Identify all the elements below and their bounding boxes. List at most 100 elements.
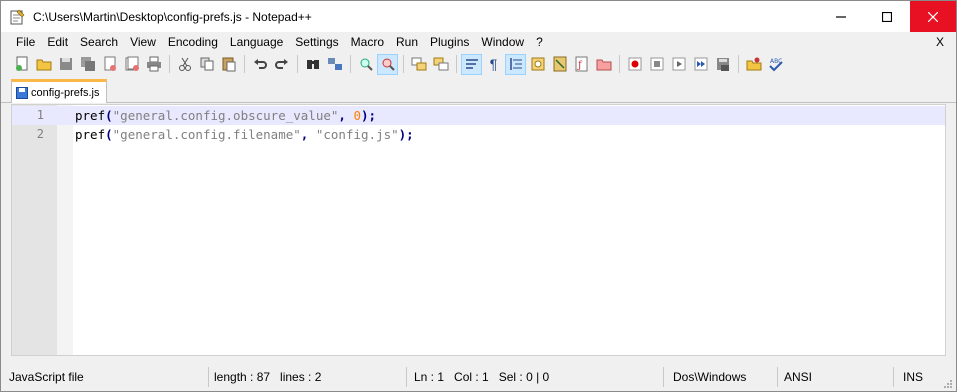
sync-horizontal-button[interactable] bbox=[430, 54, 451, 75]
status-encoding[interactable]: ANSI bbox=[784, 367, 894, 387]
menu-window[interactable]: Window bbox=[475, 32, 530, 52]
macro-play-multiple-button[interactable] bbox=[690, 54, 711, 75]
open-file-button[interactable] bbox=[33, 54, 54, 75]
new-file-button[interactable] bbox=[11, 54, 32, 75]
find-button[interactable] bbox=[302, 54, 323, 75]
lines-label: lines : 2 bbox=[280, 370, 322, 384]
string-token: "config.js" bbox=[315, 127, 399, 142]
document-tab-bar: config-prefs.js bbox=[1, 79, 956, 103]
pilcrow-icon: ¶ bbox=[489, 56, 498, 72]
length-label: length : 87 bbox=[214, 370, 271, 384]
close-document-button[interactable]: X bbox=[936, 32, 944, 52]
undo-button[interactable] bbox=[249, 54, 270, 75]
status-insert-mode[interactable]: INS bbox=[903, 367, 933, 387]
minimize-button[interactable] bbox=[818, 1, 864, 32]
column-position-label: Col : 1 bbox=[454, 370, 489, 384]
save-all-button[interactable] bbox=[77, 54, 98, 75]
show-all-characters-button[interactable]: ¶ bbox=[483, 54, 504, 75]
resize-grip-icon[interactable] bbox=[943, 379, 953, 389]
code-text: pref("general.config.filename", "config.… bbox=[75, 125, 414, 144]
spell-check-icon: ABC bbox=[768, 58, 783, 72]
play-icon bbox=[672, 57, 685, 71]
binoculars-icon bbox=[306, 60, 319, 69]
printer-icon bbox=[146, 56, 161, 72]
redo-button[interactable] bbox=[271, 54, 292, 75]
menu-macro[interactable]: Macro bbox=[345, 32, 390, 52]
close-file-button[interactable] bbox=[99, 54, 120, 75]
user-defined-language-button[interactable] bbox=[527, 54, 548, 75]
menu-language[interactable]: Language bbox=[224, 32, 289, 52]
punctuation-token: ); bbox=[398, 127, 414, 142]
macro-save-button[interactable] bbox=[712, 54, 733, 75]
zoom-in-button[interactable] bbox=[355, 54, 376, 75]
save-button[interactable] bbox=[55, 54, 76, 75]
word-wrap-button[interactable] bbox=[461, 53, 482, 75]
close-all-icon bbox=[125, 56, 139, 71]
line-position-label: Ln : 1 bbox=[414, 370, 445, 384]
function-list-button[interactable]: ƒ bbox=[571, 54, 592, 75]
menu-run[interactable]: Run bbox=[390, 32, 424, 52]
macro-stop-button[interactable] bbox=[646, 54, 667, 75]
menu-file[interactable]: File bbox=[10, 32, 41, 52]
maximize-button[interactable] bbox=[864, 1, 910, 32]
string-token: "general.config.filename" bbox=[112, 127, 301, 142]
document-map-icon bbox=[553, 56, 566, 72]
editor-area[interactable]: 1 pref("general.config.obscure_value", 0… bbox=[11, 104, 946, 356]
indent-guide-icon bbox=[509, 58, 522, 70]
toolbar-separator bbox=[169, 55, 170, 73]
copy-icon bbox=[200, 57, 213, 71]
copy-button[interactable] bbox=[196, 54, 217, 75]
toolbar-separator bbox=[738, 55, 739, 73]
title-bar: C:\Users\Martin\Desktop\config-prefs.js … bbox=[1, 1, 956, 32]
punctuation-token: ( bbox=[105, 108, 113, 123]
status-file-type: JavaScript file bbox=[9, 367, 209, 387]
tab-label: config-prefs.js bbox=[31, 86, 100, 99]
menu-plugins[interactable]: Plugins bbox=[424, 32, 475, 52]
folder-as-workspace-button[interactable] bbox=[593, 54, 614, 75]
paste-button[interactable] bbox=[218, 54, 239, 75]
toolbar-separator bbox=[456, 55, 457, 73]
menu-settings[interactable]: Settings bbox=[289, 32, 344, 52]
zoom-out-icon bbox=[382, 58, 395, 71]
punctuation-token: ); bbox=[361, 108, 377, 123]
menu-view[interactable]: View bbox=[124, 32, 162, 52]
punctuation-token: ( bbox=[105, 127, 113, 142]
macro-record-button[interactable] bbox=[624, 54, 645, 75]
menu-edit[interactable]: Edit bbox=[41, 32, 74, 52]
zoom-out-button[interactable] bbox=[377, 53, 398, 75]
close-icon bbox=[928, 11, 938, 22]
selection-label: Sel : 0 | 0 bbox=[498, 370, 550, 384]
insert-mode-label: INS bbox=[903, 370, 924, 384]
spell-check-button[interactable]: ABC bbox=[765, 54, 786, 75]
word-wrap-icon bbox=[465, 59, 478, 69]
eol-format-label: Dos\Windows bbox=[673, 370, 747, 384]
status-position: Ln : 1 Col : 1 Sel : 0 | 0 bbox=[414, 367, 664, 387]
minimize-icon bbox=[836, 15, 846, 18]
sync-vertical-button[interactable] bbox=[408, 54, 429, 75]
window-title: C:\Users\Martin\Desktop\config-prefs.js … bbox=[33, 9, 312, 24]
code-line[interactable]: 1 pref("general.config.obscure_value", 0… bbox=[12, 106, 945, 125]
menu-help[interactable]: ? bbox=[530, 32, 549, 52]
status-eol[interactable]: Dos\Windows bbox=[673, 367, 778, 387]
close-all-button[interactable] bbox=[121, 54, 142, 75]
maximize-icon bbox=[882, 11, 892, 22]
cut-button[interactable] bbox=[174, 54, 195, 75]
document-map-button[interactable] bbox=[549, 54, 570, 75]
undo-icon bbox=[253, 59, 267, 69]
macro-play-button[interactable] bbox=[668, 54, 689, 75]
replace-button[interactable] bbox=[324, 54, 345, 75]
line-number: 2 bbox=[36, 127, 44, 141]
menu-search[interactable]: Search bbox=[74, 32, 124, 52]
indent-guide-button[interactable] bbox=[505, 53, 526, 75]
tab-config-prefs[interactable]: config-prefs.js bbox=[11, 79, 107, 103]
code-line[interactable]: 2 pref("general.config.filename", "confi… bbox=[12, 125, 945, 144]
print-button[interactable] bbox=[143, 54, 164, 75]
plugin-button[interactable] bbox=[743, 54, 764, 75]
menu-encoding[interactable]: Encoding bbox=[162, 32, 224, 52]
scissors-icon bbox=[178, 57, 191, 71]
toolbar-separator bbox=[297, 55, 298, 73]
close-button[interactable] bbox=[910, 1, 956, 32]
notepadpp-app-icon[interactable] bbox=[9, 9, 25, 25]
save-icon bbox=[16, 86, 28, 99]
status-length: length : 87 lines : 2 bbox=[214, 367, 407, 387]
